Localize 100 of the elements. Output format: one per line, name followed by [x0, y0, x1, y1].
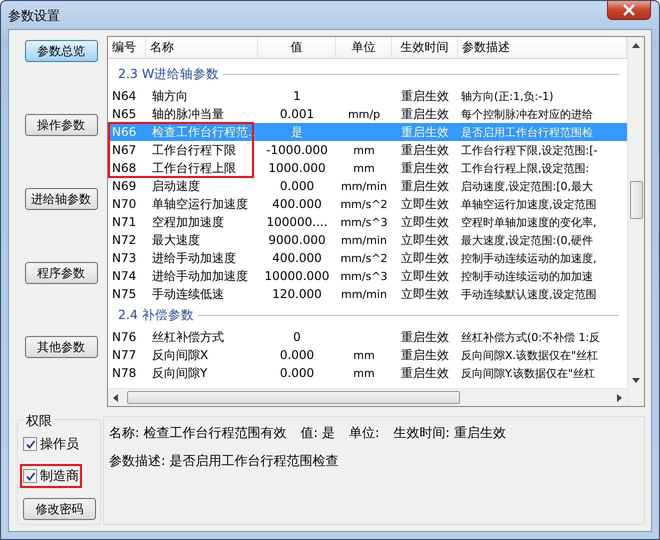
table-cell: 0 [293, 330, 301, 344]
table-cell: 手动连续默认速度,设定范围 [461, 286, 596, 302]
table-cell: 是否启用工作台行程范围检 [461, 124, 593, 140]
detail-text: 单位: [349, 425, 380, 442]
nav-button[interactable]: 程序参数 [24, 262, 98, 284]
column-header[interactable]: 值 [258, 37, 336, 58]
table-row[interactable]: N71 空程加加速度 100000.... mm/s^3 立即生效 空程时单轴加速度的变化率, [108, 213, 627, 231]
table-row[interactable]: N75 手动连续低速 120.000 mm/min 立即生效 手动连续默认速度,设定范围 [108, 285, 627, 303]
table-cell: 轴方向(正:1,负:-1) [461, 88, 554, 104]
table-row[interactable]: N77 反向间隙X 0.000 mm 重启生效 反向间隙X.该数据仅在"丝杠 [108, 346, 627, 364]
table-cell: N66 [112, 125, 136, 139]
detail-text: 参数描述: 是否启用工作台行程范围检查 [109, 453, 340, 470]
table-cell: mm [353, 366, 375, 380]
up-arrow-icon[interactable] [632, 42, 640, 49]
table-row[interactable]: N72 最大速度 9000.000 mm/min 立即生效 最大速度,设定范围:(0,硬件 [108, 231, 627, 249]
nav-button[interactable]: 其他参数 [24, 336, 98, 358]
table-cell: 重启生效 [401, 160, 449, 176]
table-cell: 重启生效 [401, 106, 449, 122]
scroll-thumb[interactable] [127, 391, 460, 404]
table-cell: 9000.000 [268, 233, 326, 247]
table-cell: 0.000 [280, 179, 314, 193]
table-cell: 立即生效 [401, 232, 449, 248]
table-cell: 10000.000 [264, 269, 330, 283]
table-cell: 是 [291, 124, 303, 140]
table-row[interactable]: N76 丝杠补偿方式 0 重启生效 丝杠补偿方式(0:不补偿 1:反 [108, 328, 627, 346]
table-row[interactable]: N73 进给手动加速度 400.000 mm/s^2 立即生效 控制手动连续运动的加速度, [108, 249, 627, 267]
column-header[interactable]: 编号 [108, 37, 146, 58]
right-arrow-icon[interactable] [616, 394, 623, 402]
table-cell: 1000.000 [268, 161, 326, 175]
table-cell: 每个控制脉冲在对应的进给 [461, 106, 593, 122]
column-header[interactable]: 生效时间 [392, 37, 458, 58]
table-cell: mm [353, 348, 375, 362]
table-cell: 重启生效 [401, 346, 449, 364]
table-row[interactable]: N67 工作台行程下限 -1000.000 mm 重启生效 工作台行程下限,设定范围:[- [108, 141, 627, 159]
table-row[interactable]: N65 轴的脉冲当量 0.001 mm/p 重启生效 每个控制脉冲在对应的进给 [108, 105, 627, 123]
table-cell: 手动连续低速 [152, 286, 224, 302]
scroll-thumb[interactable] [630, 181, 642, 219]
check-icon [24, 438, 36, 450]
table-cell: 0.001 [280, 107, 314, 121]
table-row[interactable]: N69 启动速度 0.000 mm/min 重启生效 启动速度,设定范围:[0,最大 [108, 177, 627, 195]
detail-text: 值: 是 [300, 425, 336, 442]
close-icon[interactable] [622, 4, 636, 16]
column-header[interactable]: 名称 [146, 37, 258, 58]
table-cell: 100000.... [266, 215, 328, 229]
table-cell: mm/p [348, 108, 380, 120]
horizontal-scrollbar[interactable] [108, 388, 627, 406]
table-cell: 120.000 [272, 287, 322, 301]
table-cell: 控制手动连续运动的加加速 [461, 268, 593, 284]
table-cell: N78 [112, 366, 136, 380]
table-cell: N69 [112, 179, 136, 193]
table-cell: N67 [112, 143, 136, 157]
left-arrow-icon[interactable] [112, 394, 119, 402]
table-cell: mm/min [341, 234, 387, 246]
table-cell: 重启生效 [401, 178, 449, 194]
table-cell: 重启生效 [401, 328, 449, 346]
table-row[interactable]: N64 轴方向 1 重启生效 轴方向(正:1,负:-1) [108, 87, 627, 105]
table-cell: N75 [112, 287, 136, 301]
table-cell: 控制手动连续运动的加速度, [461, 250, 596, 266]
table-cell: N70 [112, 197, 136, 211]
table-cell: 工作台行程上限,设定范围: [461, 160, 590, 176]
table-cell: 反向间隙X.该数据仅在"丝杠 [461, 348, 598, 362]
table-cell: mm/s^3 [340, 216, 388, 228]
detail-text: 名称: 检查工作台行程范围有效 [109, 425, 287, 442]
table-row[interactable]: N70 单轴空运行加速度 400.000 mm/s^2 立即生效 单轴空运行加速度,设定范围 [108, 195, 627, 213]
table-cell: -1000.000 [266, 143, 328, 157]
change-password-button[interactable]: 修改密码 [23, 498, 96, 520]
table-cell: 反向间隙Y.该数据仅在"丝杠 [461, 366, 596, 380]
table-cell: 立即生效 [401, 250, 449, 266]
table-cell: 进给手动加加速度 [152, 268, 248, 284]
table-cell: 轴方向 [152, 88, 188, 104]
table-cell: mm [353, 162, 375, 174]
table-row[interactable]: N74 进给手动加加速度 10000.000 mm/s^3 立即生效 控制手动连续运动的加加速 [108, 267, 627, 285]
table-cell: 反向间隙Y [152, 364, 208, 382]
nav-button[interactable]: 操作参数 [24, 114, 98, 136]
vertical-scrollbar[interactable] [627, 37, 644, 406]
table-cell: N76 [112, 330, 136, 344]
nav-button[interactable]: 进给轴参数 [24, 188, 98, 210]
table-cell: 最大速度 [152, 232, 200, 248]
group-header: 2.4 补偿参数 [118, 307, 194, 324]
table-cell: 工作台行程下限,设定范围:[- [461, 142, 598, 158]
highlighted-checkbox[interactable]: 制造商 [20, 464, 82, 488]
table-cell: 工作台行程上限 [152, 160, 236, 176]
nav-button[interactable]: 参数总览 [24, 40, 98, 62]
window-title: 参数设置 [8, 8, 60, 25]
table-cell: 丝杠补偿方式(0:不补偿 1:反 [461, 330, 600, 344]
check-icon [24, 470, 36, 482]
table-cell: 1 [293, 89, 301, 103]
table-cell: N64 [112, 89, 136, 103]
table-cell: 工作台行程下限 [152, 142, 236, 158]
close-button[interactable] [607, 1, 651, 20]
down-arrow-icon[interactable] [632, 377, 640, 384]
column-header[interactable]: 单位 [336, 37, 392, 58]
table-row[interactable]: N68 工作台行程上限 1000.000 mm 重启生效 工作台行程上限,设定范围: [108, 159, 627, 177]
checkbox[interactable]: 操作员 [20, 432, 82, 456]
table-cell: 400.000 [272, 251, 322, 265]
table-cell: mm/s^2 [340, 252, 388, 264]
table-cell: 重启生效 [401, 142, 449, 158]
table-row[interactable]: N78 反向间隙Y 0.000 mm 重启生效 反向间隙Y.该数据仅在"丝杠 [108, 364, 627, 382]
table-cell: 反向间隙X [152, 346, 208, 364]
group-title: 权限 [24, 412, 54, 430]
